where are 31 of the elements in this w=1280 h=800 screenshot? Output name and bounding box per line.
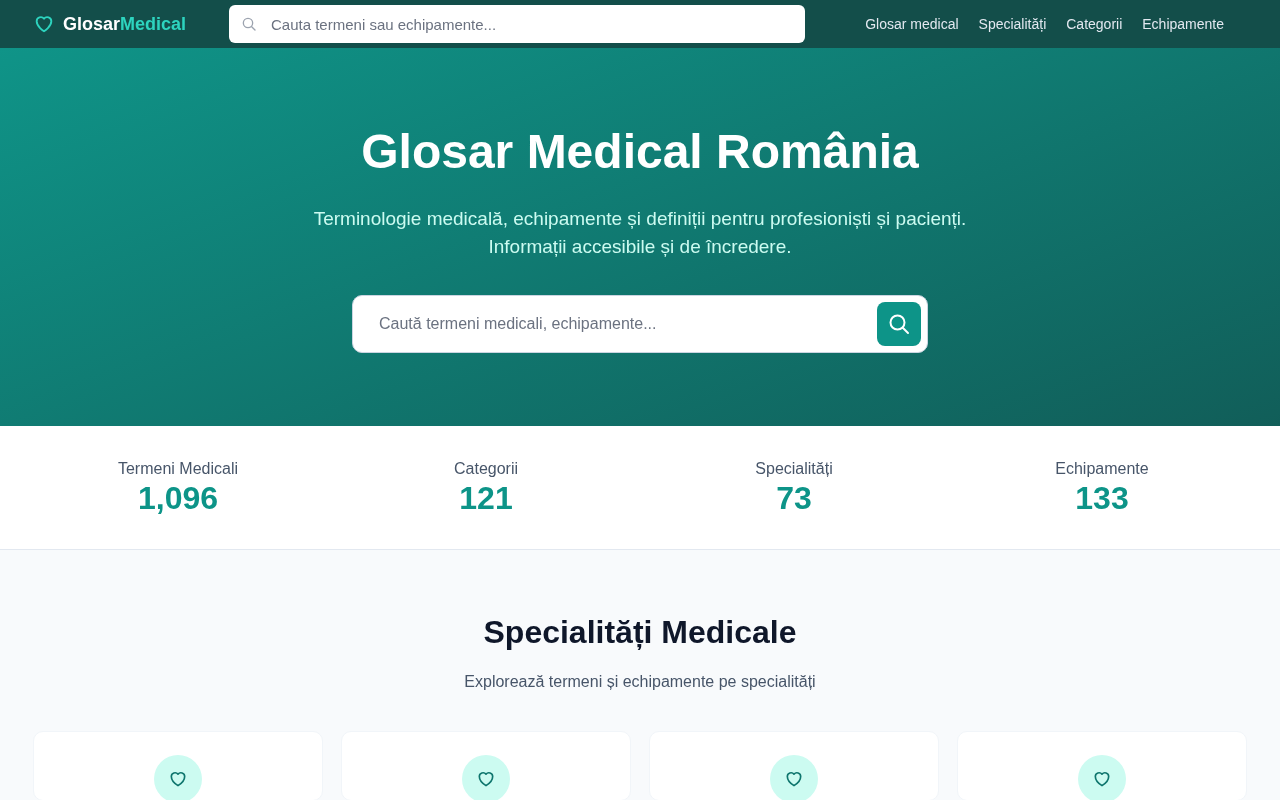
stat-label: Echipamente <box>1055 460 1149 478</box>
stat-value: 121 <box>459 480 513 517</box>
section-subtitle: Explorează termeni și echipamente pe specialități <box>464 673 816 691</box>
heart-icon <box>33 13 55 35</box>
stat-value: 133 <box>1075 480 1129 517</box>
search-button[interactable] <box>877 302 921 346</box>
stat-value: 73 <box>776 480 812 517</box>
specialty-card[interactable] <box>33 731 323 800</box>
search-icon <box>887 312 911 336</box>
search-field[interactable]: Cauta termeni sau echipamente... <box>229 5 805 43</box>
nav-link[interactable]: Specialități <box>978 16 1047 32</box>
nav-link[interactable]: Echipamente <box>1142 16 1224 32</box>
nav-link[interactable]: Glosar medical <box>865 16 959 32</box>
section-title: Specialități Medicale <box>483 614 797 651</box>
heart-icon <box>476 769 496 789</box>
heart-icon <box>168 769 188 789</box>
stat-label: Specialități <box>755 460 833 478</box>
heart-icon <box>1092 769 1112 789</box>
stat-label: Categorii <box>454 460 518 478</box>
specialty-card[interactable] <box>957 731 1247 800</box>
specialty-card[interactable] <box>649 731 939 800</box>
specialty-card[interactable] <box>341 731 631 800</box>
stat-label: Termeni Medicali <box>117 460 238 478</box>
hero-subtitle: Terminologie medicală, echipamente și definiții pentru profesioniști și pacienți. Informații accesibile și de încredere. <box>313 207 967 259</box>
hero-title: Glosar Medical România <box>361 124 919 179</box>
search-field[interactable]: Caută termeni medicali, echipamente... <box>352 295 928 353</box>
search-icon <box>241 16 257 32</box>
site-logo[interactable]: GlosarMedical <box>63 13 187 35</box>
nav-link[interactable]: Categorii <box>1066 16 1123 32</box>
stat-value: 1,096 <box>137 480 219 517</box>
heart-icon <box>784 769 804 789</box>
